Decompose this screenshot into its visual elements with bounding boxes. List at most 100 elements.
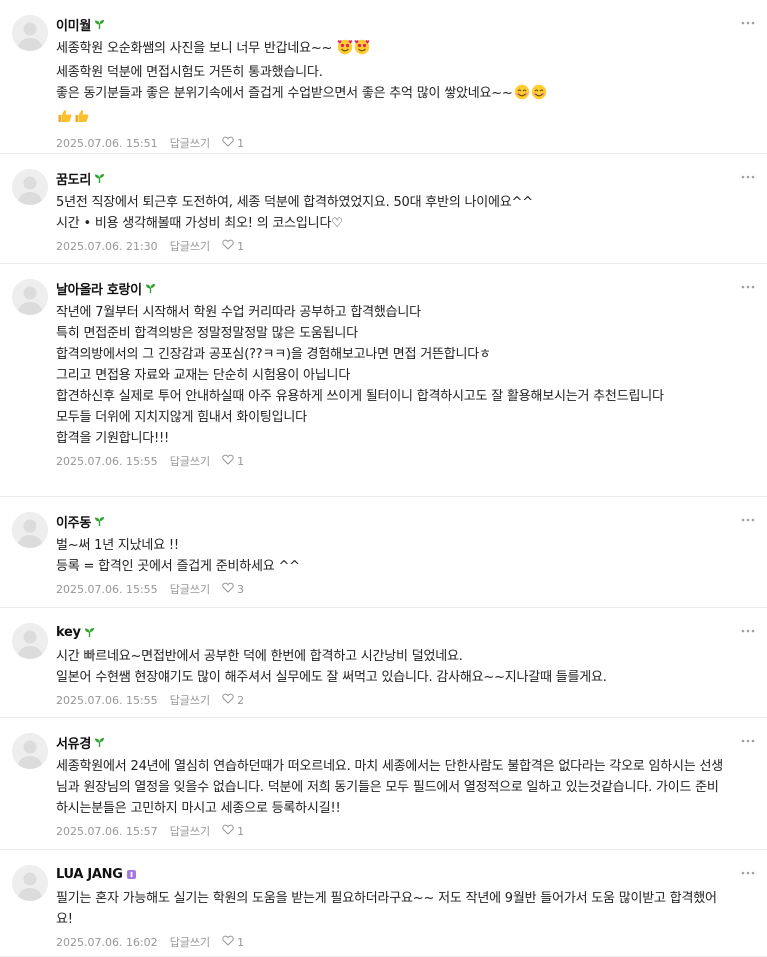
comment-item: LUA JANG 필기는 혼자 가능해도 실기는 학원의 도움을 받는게 필요하더…	[0, 850, 767, 957]
comment-text-line: 합격의방에서의 그 긴장감과 공포심(??ㅋㅋ)을 경험해보고나면 면접 거뜬합…	[56, 344, 727, 365]
more-vertical-icon[interactable]	[741, 624, 755, 638]
comment-author-row: LUA JANG	[56, 865, 727, 883]
comment-text-line: 벌~써 1년 지났네요 !!	[56, 535, 727, 556]
comment-date: 2025.07.06. 21:30	[56, 239, 158, 253]
comment-text-segment: 그리고 면접용 자료와 교재는 단순히 시험용이 아닙니다	[56, 368, 351, 383]
comment-text: 작년에 7월부터 시작해서 학원 수업 커리따라 공부하고 합격했습니다특히 면…	[56, 302, 727, 449]
comment-author-row: 날아올라 호랑이	[56, 279, 727, 298]
comment-text-segment: 합격을 기원합니다!!!	[56, 431, 170, 446]
more-vertical-icon[interactable]	[741, 16, 755, 30]
more-vertical-icon[interactable]	[741, 734, 755, 748]
smiling-face-icon	[531, 84, 547, 107]
comment-text-line: 특히 면접준비 합격의방은 정말정말정말 많은 도움됩니다	[56, 323, 727, 344]
comment-author[interactable]: 날아올라 호랑이	[56, 279, 142, 298]
reply-button[interactable]: 답글쓰기	[170, 692, 210, 708]
comment-text: 벌~써 1년 지났네요 !! 등록 = 합격인 곳에서 즐겁게 준비하세요 ^^	[56, 535, 727, 577]
comment-text-line: 좋은 동기분들과 좋은 분위기속에서 즐겁게 수업받으면서 좋은 추억 많이 쌓…	[56, 83, 727, 107]
avatar[interactable]	[12, 733, 48, 769]
comment-item: key 시간 빠르네요~면접반에서 공부한 덕에 한번에 합격하고 시간낭비 덜었…	[0, 608, 767, 718]
like-button[interactable]: 1	[222, 239, 244, 253]
more-vertical-icon[interactable]	[741, 170, 755, 184]
comment-text-line: 합견하신후 실제로 투어 안내하실때 아주 유용하게 쓰이게 될터이니 합격하시…	[56, 386, 727, 407]
comment-author[interactable]: 이주동	[56, 512, 91, 531]
avatar[interactable]	[12, 865, 48, 901]
comment-author[interactable]: LUA JANG	[56, 867, 123, 882]
comment-author[interactable]: 꿈도리	[56, 169, 91, 188]
comment-meta: 2025.07.06. 16:02 답글쓰기 1	[56, 933, 727, 951]
comment-text-line: 일본어 수현쌤 현장얘기도 많이 해주셔서 실무에도 잘 써먹고 있습니다. 감…	[56, 667, 727, 688]
comment-text: 5년전 직장에서 퇴근후 도전하여, 세종 덕분에 합격하였었지요. 50대 후…	[56, 192, 727, 234]
comment-item: 서유경세종학원에서 24년에 열심히 연습하던때가 떠오르네요. 마치 세종에서…	[0, 718, 767, 850]
more-vertical-icon[interactable]	[741, 513, 755, 527]
reply-button[interactable]: 답글쓰기	[170, 135, 210, 151]
more-vertical-icon[interactable]	[741, 866, 755, 880]
comment-text-line: 세종학원에서 24년에 열심히 연습하던때가 떠오르네요. 마치 세종에서는 단…	[56, 756, 727, 819]
comment-item: 꿈도리 5년전 직장에서 퇴근후 도전하여, 세종 덕분에 합격하였었지요. 50…	[0, 154, 767, 264]
reply-button[interactable]: 답글쓰기	[170, 823, 210, 839]
reply-button[interactable]: 답글쓰기	[170, 238, 210, 254]
thumbs-up-icon	[57, 108, 73, 131]
default-avatar-icon	[12, 279, 48, 315]
heart-outline-icon	[222, 693, 237, 707]
like-count: 1	[237, 935, 245, 949]
sprout-badge-icon	[94, 169, 105, 188]
comment-item: 이미월세종학원 오순화쌤의 사진을 보니 너무 반갑네요~~ 세종학원 덕분에 …	[0, 0, 767, 154]
comment-body: 이주동벌~써 1년 지났네요 !! 등록 = 합격인 곳에서 즐겁게 준비하세요 …	[56, 512, 727, 598]
comment-text-segment: 합견하신후 실제로 투어 안내하실때 아주 유용하게 쓰이게 될터이니 합격하시…	[56, 389, 664, 404]
heart-outline-icon	[222, 454, 237, 468]
comment-text-line: 5년전 직장에서 퇴근후 도전하여, 세종 덕분에 합격하였었지요. 50대 후…	[56, 192, 727, 213]
comment-author[interactable]: 이미월	[56, 15, 91, 34]
default-avatar-icon	[12, 865, 48, 901]
comment-list: 이미월세종학원 오순화쌤의 사진을 보니 너무 반갑네요~~ 세종학원 덕분에 …	[0, 0, 767, 957]
default-avatar-icon	[12, 733, 48, 769]
like-button[interactable]: 3	[222, 582, 244, 596]
comment-text-segment: 5년전 직장에서 퇴근후 도전하여, 세종 덕분에 합격하였었지요. 50대 후…	[56, 195, 533, 210]
avatar[interactable]	[12, 169, 48, 205]
comment-text-segment: 필기는 혼자 가능해도 실기는 학원의 도움을 받는게 필요하더라구요~~ 저도…	[56, 891, 717, 927]
comment-date: 2025.07.06. 16:02	[56, 935, 158, 949]
comment-meta: 2025.07.06. 15:57 답글쓰기 1	[56, 822, 727, 840]
comment-text-line	[56, 107, 727, 131]
like-button[interactable]: 2	[222, 693, 244, 707]
comment-body: key 시간 빠르네요~면접반에서 공부한 덕에 한번에 합격하고 시간낭비 덜었…	[56, 623, 727, 709]
comment-text-line: 세종학원 덕분에 면접시험도 거뜬히 통과했습니다.	[56, 62, 727, 83]
comment-date: 2025.07.06. 15:55	[56, 454, 158, 468]
avatar[interactable]	[12, 15, 48, 51]
comment-date: 2025.07.06. 15:51	[56, 136, 158, 150]
comment-date: 2025.07.06. 15:55	[56, 693, 158, 707]
comment-body: 이미월세종학원 오순화쌤의 사진을 보니 너무 반갑네요~~ 세종학원 덕분에 …	[56, 15, 727, 152]
sprout-badge-icon	[94, 733, 105, 752]
avatar[interactable]	[12, 512, 48, 548]
reply-button[interactable]: 답글쓰기	[170, 581, 210, 597]
comment-text-segment: 작년에 7월부터 시작해서 학원 수업 커리따라 공부하고 합격했습니다	[56, 305, 421, 320]
heart-outline-icon	[222, 935, 237, 949]
comment-item: 날아올라 호랑이작년에 7월부터 시작해서 학원 수업 커리따라 공부하고 합격…	[0, 264, 767, 497]
comment-item: 이주동벌~써 1년 지났네요 !! 등록 = 합격인 곳에서 즐겁게 준비하세요 …	[0, 497, 767, 608]
like-button[interactable]: 1	[222, 824, 244, 838]
comment-text-segment: 시간 빠르네요~면접반에서 공부한 덕에 한번에 합격하고 시간낭비 덜었네요.	[56, 649, 463, 664]
like-count: 3	[237, 582, 245, 596]
comment-author[interactable]: 서유경	[56, 733, 91, 752]
avatar[interactable]	[12, 623, 48, 659]
avatar[interactable]	[12, 279, 48, 315]
default-avatar-icon	[12, 512, 48, 548]
reply-button[interactable]: 답글쓰기	[170, 453, 210, 469]
comment-body: 서유경세종학원에서 24년에 열심히 연습하던때가 떠오르네요. 마치 세종에서…	[56, 733, 727, 840]
like-button[interactable]: 1	[222, 136, 244, 150]
more-vertical-icon[interactable]	[741, 280, 755, 294]
comment-author-row: 이미월	[56, 15, 727, 34]
reply-button[interactable]: 답글쓰기	[170, 934, 210, 950]
like-count: 1	[237, 454, 245, 468]
comment-text-segment: 세종학원 오순화쌤의 사진을 보니 너무 반갑네요~~	[56, 41, 337, 56]
comment-text-segment: 세종학원에서 24년에 열심히 연습하던때가 떠오르네요. 마치 세종에서는 단…	[56, 759, 724, 816]
heart-outline-icon	[222, 582, 237, 596]
comment-text: 세종학원 오순화쌤의 사진을 보니 너무 반갑네요~~ 세종학원 덕분에 면접시…	[56, 38, 727, 131]
default-avatar-icon	[12, 169, 48, 205]
like-count: 1	[237, 239, 245, 253]
comment-author[interactable]: key	[56, 625, 81, 640]
comment-author-row: key	[56, 623, 727, 641]
like-button[interactable]: 1	[222, 935, 244, 949]
comment-text-segment: 모두들 더위에 지치지않게 힘내서 화이팅입니다	[56, 410, 307, 425]
like-button[interactable]: 1	[222, 454, 244, 468]
comment-meta: 2025.07.06. 15:55 답글쓰기 2	[56, 691, 727, 709]
